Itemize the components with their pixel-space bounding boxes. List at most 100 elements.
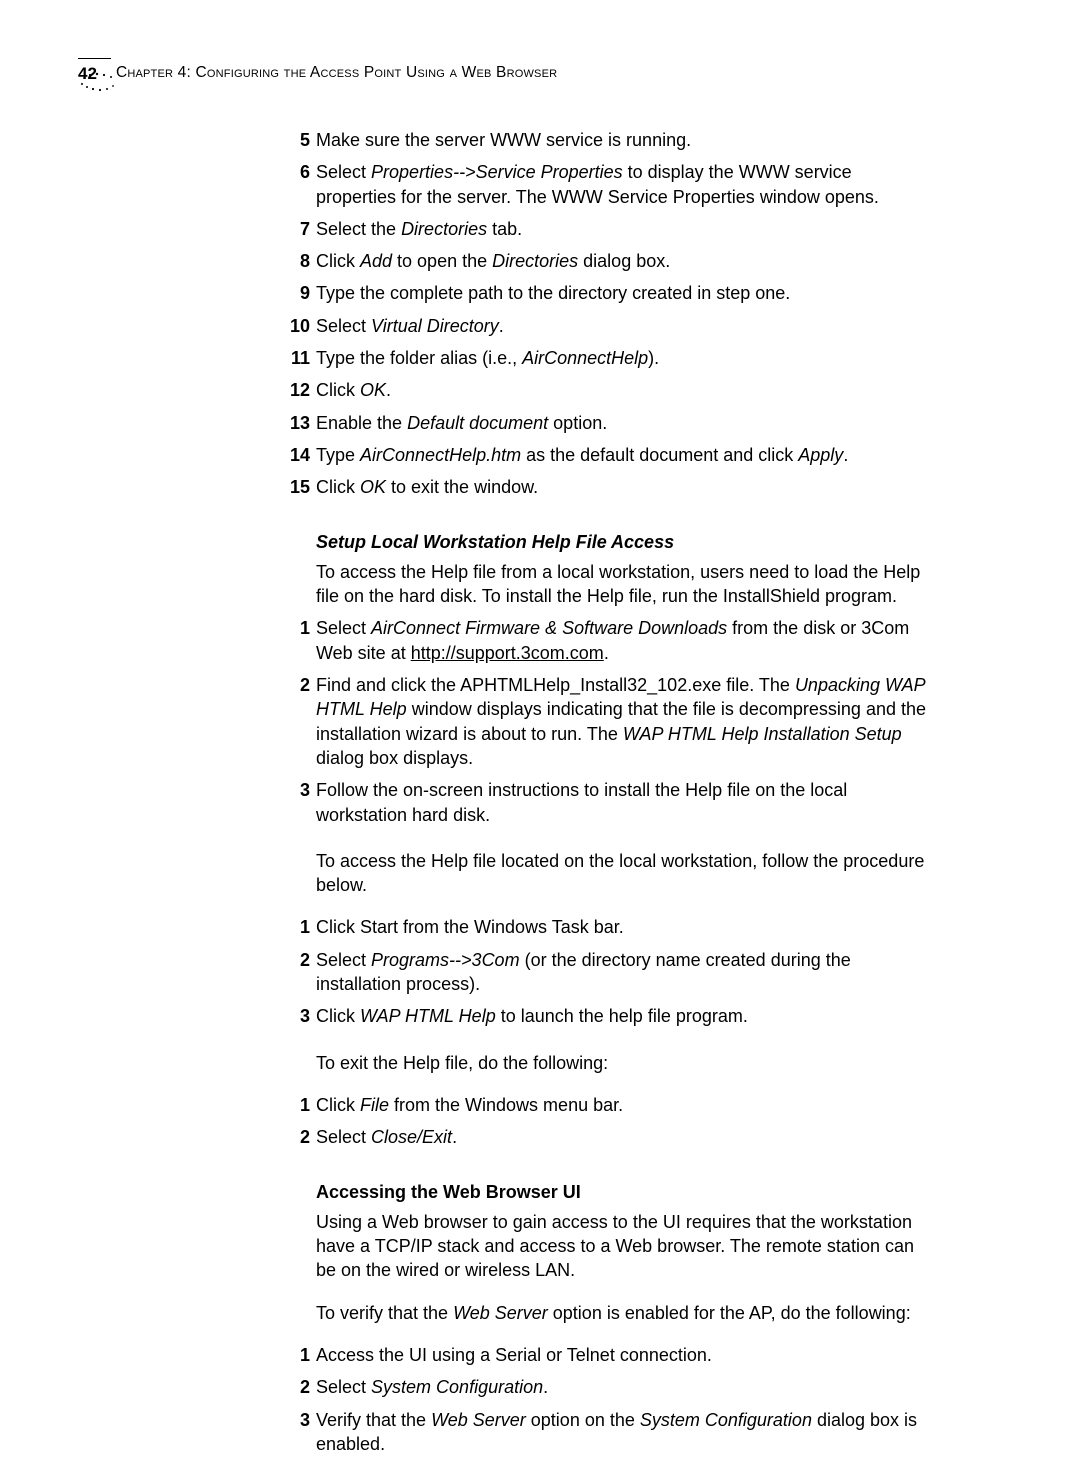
list-item: Select Programs-->3Com (or the directory…: [316, 948, 930, 1005]
text-run: Click: [316, 1006, 360, 1026]
text-run-ital: Directories: [492, 251, 578, 271]
text-run: Select: [316, 316, 371, 336]
text-run: .: [452, 1127, 457, 1147]
text-run-ital: Web Server: [453, 1303, 548, 1323]
text-run-ital: WAP HTML Help: [360, 1006, 496, 1026]
steps-list-a: Make sure the server WWW service is runn…: [316, 128, 930, 508]
text-run: Type the complete path to the directory …: [316, 283, 790, 303]
text-run: Select: [316, 1377, 371, 1397]
list-item: Type the complete path to the directory …: [316, 281, 930, 313]
intro-paragraph: To access the Help file located on the l…: [316, 849, 930, 898]
intro-paragraph: To exit the Help file, do the following:: [316, 1051, 930, 1075]
list-item: Enable the Default document option.: [316, 411, 930, 443]
text-run: option is enabled for the AP, do the fol…: [548, 1303, 911, 1323]
text-run: to launch the help file program.: [496, 1006, 748, 1026]
text-run-ital: AirConnectHelp.htm: [360, 445, 521, 465]
text-run: dialog box displays.: [316, 748, 473, 768]
text-run: Type the folder alias (i.e.,: [316, 348, 522, 368]
text-run-ital: Web Server: [431, 1410, 526, 1430]
text-run: Type: [316, 445, 360, 465]
text-run-ital: File: [360, 1095, 389, 1115]
text-run: Click Start from the Windows Task bar.: [316, 917, 624, 937]
list-item: Click OK.: [316, 378, 930, 410]
list-item: Verify that the Web Server option on the…: [316, 1408, 930, 1464]
text-run-ital: System Configuration: [371, 1377, 543, 1397]
list-item: Click OK to exit the window.: [316, 475, 930, 507]
text-run: To verify that the: [316, 1303, 453, 1323]
intro-paragraph: To access the Help file from a local wor…: [316, 560, 930, 609]
text-run: Make sure the server WWW service is runn…: [316, 130, 691, 150]
text-run: option.: [548, 413, 607, 433]
intro-paragraph: To verify that the Web Server option is …: [316, 1301, 930, 1325]
text-run-ital: Add: [360, 251, 392, 271]
list-item: Select the Directories tab.: [316, 217, 930, 249]
list-item: Click File from the Windows menu bar.: [316, 1093, 930, 1125]
subheading-accessing-ui: Accessing the Web Browser UI: [316, 1180, 930, 1204]
content-body: Make sure the server WWW service is runn…: [316, 128, 930, 1464]
steps-list-b2: Click Start from the Windows Task bar. Se…: [316, 915, 930, 1036]
text-run: option on the: [526, 1410, 640, 1430]
steps-list-c: Access the UI using a Serial or Telnet c…: [316, 1343, 930, 1464]
text-run-ital: Virtual Directory: [371, 316, 499, 336]
text-run-ital: System Configuration: [640, 1410, 812, 1430]
text-run: to exit the window.: [386, 477, 538, 497]
text-run-ital: AirConnect Firmware & Software Downloads: [371, 618, 727, 638]
intro-paragraph: Using a Web browser to gain access to th…: [316, 1210, 930, 1283]
text-run: Select the: [316, 219, 401, 239]
text-run: dialog box.: [578, 251, 670, 271]
text-run: .: [499, 316, 504, 336]
text-run: Find and click the APHTMLHelp_Install32_…: [316, 675, 795, 695]
steps-list-b1: Select AirConnect Firmware & Software Do…: [316, 616, 930, 834]
subheading-setup-local: Setup Local Workstation Help File Access: [316, 530, 930, 554]
text-run-ital: Programs-->3Com: [371, 950, 520, 970]
text-run: Click: [316, 251, 360, 271]
list-item: Click Add to open the Directories dialog…: [316, 249, 930, 281]
text-run-ital: OK: [360, 380, 386, 400]
text-run: Click: [316, 477, 360, 497]
text-run: Select: [316, 162, 371, 182]
text-run-ital: Close/Exit: [371, 1127, 452, 1147]
list-item: Follow the on-screen instructions to ins…: [316, 778, 930, 835]
text-run: .: [543, 1377, 548, 1397]
list-item: Click Start from the Windows Task bar.: [316, 915, 930, 947]
text-run: .: [386, 380, 391, 400]
text-run: Verify that the: [316, 1410, 431, 1430]
running-header: 42 Chapter 4: Configuring the Access Poi…: [78, 58, 1080, 86]
text-run: ).: [648, 348, 659, 368]
text-run: Select: [316, 950, 371, 970]
page: 42 Chapter 4: Configuring the Access Poi…: [0, 0, 1080, 1464]
text-link[interactable]: http://support.3com.com: [411, 643, 604, 663]
list-item: Find and click the APHTMLHelp_Install32_…: [316, 673, 930, 778]
text-run: as the default document and click: [521, 445, 798, 465]
list-item: Select Virtual Directory.: [316, 314, 930, 346]
list-item: Access the UI using a Serial or Telnet c…: [316, 1343, 930, 1375]
list-item: Select System Configuration.: [316, 1375, 930, 1407]
list-item: Select Properties-->Service Properties t…: [316, 160, 930, 217]
text-run: Follow the on-screen instructions to ins…: [316, 780, 847, 824]
list-item: Type the folder alias (i.e., AirConnectH…: [316, 346, 930, 378]
text-run: Enable the: [316, 413, 407, 433]
text-run-ital: Default document: [407, 413, 548, 433]
text-run-ital: OK: [360, 477, 386, 497]
text-run: to open the: [392, 251, 492, 271]
text-run-ital: Properties-->Service Properties: [371, 162, 623, 182]
text-run: Click: [316, 380, 360, 400]
text-run: .: [843, 445, 848, 465]
text-run: Select: [316, 1127, 371, 1147]
text-run-ital: AirConnectHelp: [522, 348, 648, 368]
steps-list-b3: Click File from the Windows menu bar.Sel…: [316, 1093, 930, 1158]
text-run-ital: WAP HTML Help Installation Setup: [623, 724, 902, 744]
text-run-ital: Apply: [798, 445, 843, 465]
list-item: Type AirConnectHelp.htm as the default d…: [316, 443, 930, 475]
list-item: Click WAP HTML Help to launch the help f…: [316, 1004, 930, 1036]
text-run: from the Windows menu bar.: [389, 1095, 623, 1115]
text-run: Access the UI using a Serial or Telnet c…: [316, 1345, 712, 1365]
page-number: 42: [78, 58, 111, 86]
text-run: tab.: [487, 219, 522, 239]
text-run: Click: [316, 1095, 360, 1115]
list-item: Make sure the server WWW service is runn…: [316, 128, 930, 160]
text-run: .: [604, 643, 609, 663]
list-item: Select Close/Exit.: [316, 1125, 930, 1157]
text-run-ital: Directories: [401, 219, 487, 239]
text-run: Select: [316, 618, 371, 638]
